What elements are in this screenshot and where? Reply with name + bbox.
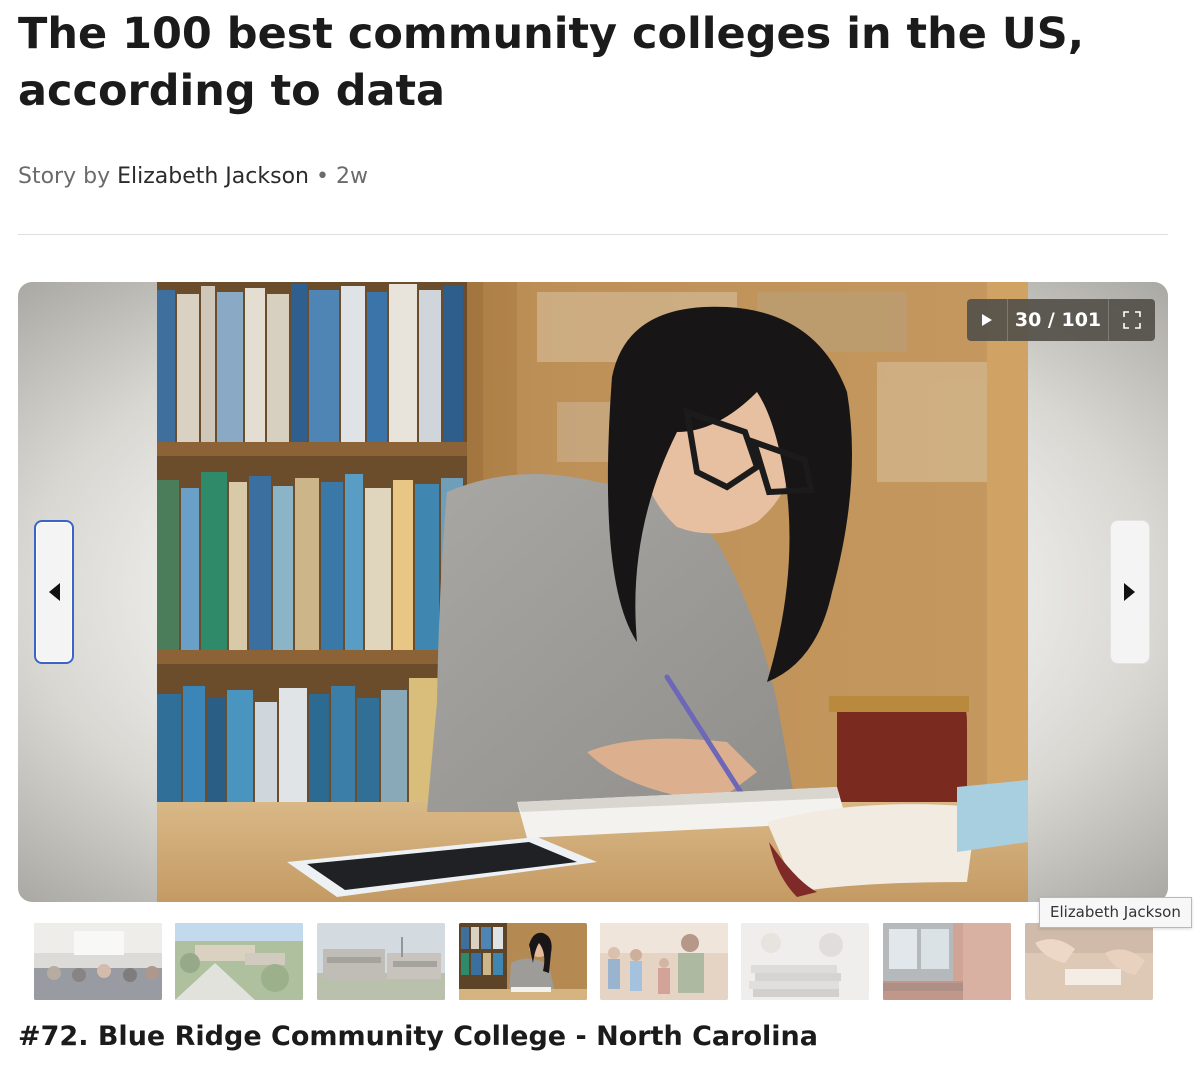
slide-counter: 30 / 101	[1008, 299, 1109, 341]
thumbnail-campus-building[interactable]	[317, 923, 445, 1000]
arrow-right-icon	[1124, 583, 1135, 601]
byline: Story by Elizabeth Jackson • 2w	[18, 162, 368, 192]
play-button[interactable]	[967, 299, 1008, 341]
slide-caption: #72. Blue Ridge Community College - Nort…	[18, 1021, 818, 1052]
slideshow-viewer: 30 / 101	[18, 282, 1168, 902]
divider	[18, 234, 1168, 235]
play-icon	[982, 314, 992, 326]
thumbnail-strip	[34, 923, 1164, 1001]
byline-separator: •	[315, 164, 329, 189]
byline-author[interactable]: Elizabeth Jackson	[117, 164, 309, 189]
article-title: The 100 best community colleges in the U…	[18, 9, 1085, 116]
fullscreen-button[interactable]	[1109, 299, 1155, 341]
slideshow-controls: 30 / 101	[967, 299, 1155, 341]
slide-image	[157, 282, 1028, 902]
thumbnail-paper-stacks[interactable]	[741, 923, 869, 1000]
byline-age: 2w	[335, 164, 368, 189]
thumbnail-student-in-library[interactable]	[459, 923, 587, 1000]
previous-slide-button[interactable]	[34, 520, 74, 664]
byline-prefix: Story by	[18, 164, 111, 189]
thumbnail-lecture-hall[interactable]	[34, 923, 162, 1000]
thumbnail-hands-on-table[interactable]	[1025, 923, 1153, 1000]
article-page: The 100 best community colleges in the U…	[0, 0, 1200, 1065]
thumbnail-students-outdoors[interactable]	[600, 923, 728, 1000]
author-tooltip: Elizabeth Jackson	[1039, 897, 1192, 928]
thumbnail-technical-college-building[interactable]	[883, 923, 1011, 1000]
next-slide-button[interactable]	[1110, 520, 1150, 664]
arrow-left-icon	[49, 583, 60, 601]
fullscreen-icon	[1123, 311, 1141, 329]
thumbnail-campus-aerial[interactable]	[175, 923, 303, 1000]
